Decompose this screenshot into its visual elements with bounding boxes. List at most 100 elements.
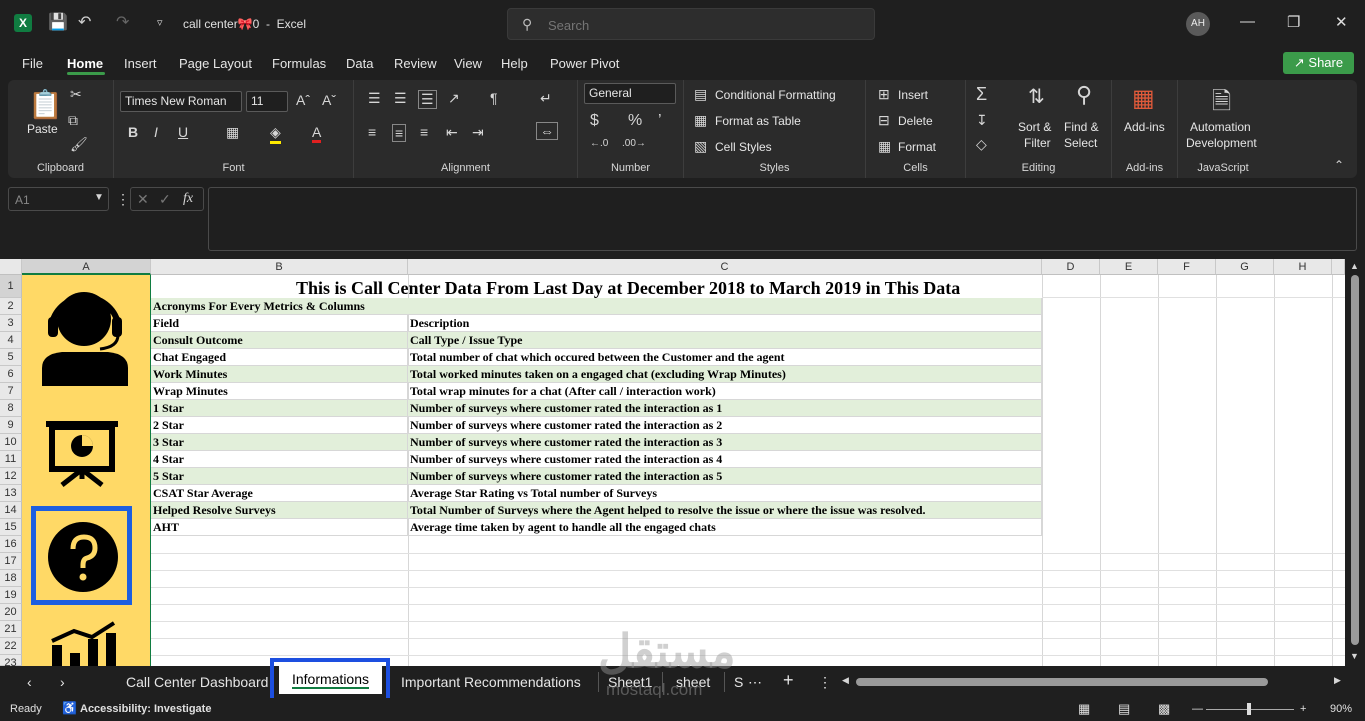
avatar[interactable]: AH (1186, 12, 1210, 36)
align-top-icon[interactable]: ☰ (368, 90, 381, 107)
row-header-10[interactable]: 10 (0, 434, 22, 451)
cell-styles-button[interactable]: Cell Styles (715, 140, 772, 154)
field-cell[interactable]: 2 Star (151, 417, 408, 434)
field-cell[interactable]: AHT (151, 519, 408, 536)
description-cell[interactable]: Number of surveys where customer rated t… (408, 417, 1042, 434)
row-header-1[interactable]: 1 (0, 275, 22, 298)
merge-center-icon[interactable]: ⇔ (536, 122, 558, 140)
growth-chart-icon[interactable] (51, 621, 116, 666)
row-header-5[interactable]: 5 (0, 349, 22, 366)
horizontal-scroll-thumb[interactable] (856, 678, 1268, 686)
addins-button[interactable]: Add-ins (1124, 120, 1165, 134)
description-cell[interactable]: Total worked minutes taken on a engaged … (408, 366, 1042, 383)
formula-input[interactable] (208, 187, 1357, 251)
align-left-icon[interactable]: ≡ (368, 124, 376, 140)
share-button[interactable]: ↗ Share (1283, 52, 1354, 74)
row-header-16[interactable]: 16 (0, 536, 22, 553)
row-header-15[interactable]: 15 (0, 519, 22, 536)
search-input[interactable] (548, 15, 848, 35)
more-tabs-icon[interactable]: ⋯ (748, 674, 762, 691)
row-header-12[interactable]: 12 (0, 468, 22, 485)
underline-icon[interactable]: U (178, 124, 188, 140)
sort-filter-button-line1[interactable]: Sort & (1018, 120, 1051, 134)
scroll-left-icon[interactable]: ◀ (842, 675, 849, 686)
row-header-11[interactable]: 11 (0, 451, 22, 468)
description-cell[interactable]: Number of surveys where customer rated t… (408, 434, 1042, 451)
restore-icon[interactable]: ❐ (1287, 13, 1300, 31)
tab-view[interactable]: View (454, 56, 482, 71)
autosum-icon[interactable]: Σ (976, 84, 987, 105)
next-sheet-icon[interactable]: › (60, 674, 65, 690)
decrease-decimal-icon[interactable]: .00→ (622, 138, 646, 149)
font-size-select[interactable]: 11 (246, 91, 288, 112)
font-family-select[interactable]: Times New Roman (120, 91, 242, 112)
clear-icon[interactable]: ◇ (976, 136, 987, 153)
sheet-title[interactable]: This is Call Center Data From Last Day a… (151, 276, 1161, 298)
increase-decimal-icon[interactable]: ←.0 (590, 138, 608, 149)
presentation-icon[interactable] (46, 421, 118, 487)
accessibility-icon[interactable]: ♿ (62, 701, 77, 715)
add-sheet-icon[interactable]: + (783, 670, 794, 691)
column-header-e[interactable]: E (1100, 259, 1158, 275)
italic-icon[interactable]: I (154, 124, 158, 140)
page-break-view-icon[interactable]: ▩ (1158, 701, 1170, 717)
tab-file[interactable]: File (22, 56, 43, 71)
row-header-6[interactable]: 6 (0, 366, 22, 383)
undo-icon[interactable]: ↶ (78, 12, 91, 32)
zoom-out-icon[interactable]: — (1192, 703, 1203, 715)
column-header-partial[interactable] (1332, 259, 1345, 275)
zoom-in-icon[interactable]: + (1300, 703, 1306, 715)
comma-icon[interactable]: ’ (658, 112, 662, 130)
align-center-icon[interactable]: ≡ (392, 124, 407, 142)
accessibility-status[interactable]: Accessibility: Investigate (80, 703, 211, 715)
support-agent-icon[interactable] (42, 292, 128, 386)
find-select-button-line1[interactable]: Find & (1064, 120, 1099, 134)
row-header-21[interactable]: 21 (0, 621, 22, 638)
tab-review[interactable]: Review (394, 56, 437, 71)
rtl-icon[interactable]: ¶ (490, 90, 498, 106)
field-cell[interactable]: 4 Star (151, 451, 408, 468)
customize-qat-icon[interactable]: ▿ (157, 16, 163, 29)
borders-icon[interactable]: ▦ (226, 124, 239, 141)
fill-color-icon[interactable]: ◈ (270, 124, 281, 144)
column-header-h[interactable]: H (1274, 259, 1332, 275)
header-field-cell[interactable]: Field (151, 315, 408, 332)
row-header-17[interactable]: 17 (0, 553, 22, 570)
delete-cells-button[interactable]: Delete (898, 114, 933, 128)
column-header-c[interactable]: C (408, 259, 1042, 275)
paste-icon[interactable]: 📋 (28, 88, 63, 121)
insert-function-icon[interactable]: fx (183, 191, 193, 207)
format-painter-icon[interactable]: 🖌 (70, 136, 88, 153)
percent-icon[interactable]: % (628, 112, 642, 130)
font-color-icon[interactable]: A (312, 124, 322, 143)
align-bottom-icon[interactable]: ☰ (418, 90, 437, 109)
header-description-cell[interactable]: Description (408, 315, 1042, 332)
zoom-slider-thumb[interactable] (1247, 703, 1251, 715)
tab-important-recommendations[interactable]: Important Recommendations (401, 674, 581, 690)
field-cell[interactable]: 3 Star (151, 434, 408, 451)
row-header-19[interactable]: 19 (0, 587, 22, 604)
description-cell[interactable]: Total wrap minutes for a chat (After cal… (408, 383, 1042, 400)
row-header-7[interactable]: 7 (0, 383, 22, 400)
tab-formulas[interactable]: Formulas (272, 56, 326, 71)
column-header-b[interactable]: B (151, 259, 408, 275)
tab-call-center-dashboard[interactable]: Call Center Dashboard (126, 674, 268, 690)
description-cell[interactable]: Average Star Rating vs Total number of S… (408, 485, 1042, 502)
tab-help[interactable]: Help (501, 56, 528, 71)
align-right-icon[interactable]: ≡ (420, 124, 428, 140)
minimize-icon[interactable]: — (1240, 13, 1255, 30)
field-cell[interactable]: Chat Engaged (151, 349, 408, 366)
scroll-up-icon[interactable]: ▲ (1350, 261, 1359, 271)
find-select-button-line2[interactable]: Select (1064, 136, 1097, 150)
currency-icon[interactable]: $ (590, 112, 599, 130)
bold-icon[interactable]: B (128, 124, 138, 140)
zoom-level[interactable]: 90% (1330, 703, 1352, 715)
cancel-icon[interactable]: ✕ (137, 191, 149, 208)
description-cell[interactable]: Number of surveys where customer rated t… (408, 400, 1042, 417)
vertical-scroll-thumb[interactable] (1351, 275, 1359, 645)
tab-data[interactable]: Data (346, 56, 373, 71)
scroll-down-icon[interactable]: ▼ (1350, 651, 1359, 661)
format-as-table-button[interactable]: Format as Table (715, 114, 801, 128)
row-header-2[interactable]: 2 (0, 298, 22, 315)
automation-button-line1[interactable]: Automation (1190, 120, 1251, 134)
